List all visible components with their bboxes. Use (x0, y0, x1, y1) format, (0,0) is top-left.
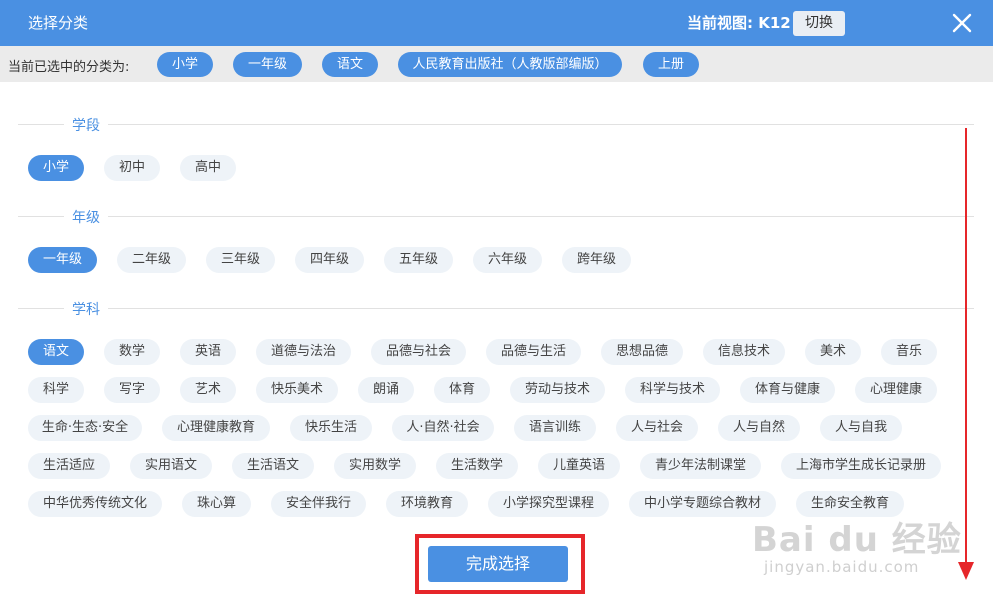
subject-option[interactable]: 快乐生活 (290, 415, 372, 441)
subject-option[interactable]: 安全伴我行 (271, 491, 366, 517)
selected-categories-label: 当前已选中的分类为: (8, 60, 130, 75)
subject-option[interactable]: 品德与生活 (486, 339, 581, 365)
stage-section-divider (18, 124, 974, 125)
current-view-label: 当前视图: K12 (687, 14, 791, 32)
selected-tag-grade[interactable]: 一年级 (233, 52, 302, 77)
grade-option-5[interactable]: 五年级 (384, 247, 453, 273)
subject-option[interactable]: 数学 (104, 339, 160, 365)
subject-option[interactable]: 音乐 (881, 339, 937, 365)
subject-option[interactable]: 快乐美术 (256, 377, 338, 403)
grade-option-4[interactable]: 四年级 (295, 247, 364, 273)
selected-tag-publisher[interactable]: 人民教育出版社（人教版部编版） (398, 52, 622, 77)
subject-option[interactable]: 生活语文 (232, 453, 314, 479)
selected-tag-stage[interactable]: 小学 (157, 52, 213, 77)
subject-option[interactable]: 儿童英语 (538, 453, 620, 479)
grade-option-3[interactable]: 三年级 (206, 247, 275, 273)
subject-option[interactable]: 科学与技术 (625, 377, 720, 403)
subject-option[interactable]: 体育 (434, 377, 490, 403)
subject-option[interactable]: 心理健康教育 (162, 415, 270, 441)
subject-option[interactable]: 人·自然·社会 (392, 415, 494, 441)
subject-option[interactable]: 思想品德 (601, 339, 683, 365)
stage-section-title: 学段 (64, 115, 108, 135)
subject-section-divider (18, 308, 974, 309)
grade-section-divider (18, 216, 974, 217)
subject-option[interactable]: 信息技术 (703, 339, 785, 365)
subject-option[interactable]: 劳动与技术 (510, 377, 605, 403)
done-button[interactable]: 完成选择 (428, 546, 568, 582)
subject-option[interactable]: 实用数学 (334, 453, 416, 479)
subject-option[interactable]: 青少年法制课堂 (640, 453, 761, 479)
grade-option-6[interactable]: 六年级 (473, 247, 542, 273)
dialog-header: 选择分类 当前视图: K12 切换 (0, 0, 993, 46)
subject-section-title: 学科 (64, 299, 108, 319)
subject-option[interactable]: 品德与社会 (371, 339, 466, 365)
subject-option[interactable]: 科学 (28, 377, 84, 403)
stage-option-primary[interactable]: 小学 (28, 155, 84, 181)
subject-option[interactable]: 珠心算 (182, 491, 251, 517)
subject-option[interactable]: 心理健康 (855, 377, 937, 403)
dialog-title: 选择分类 (28, 14, 89, 32)
subject-option[interactable]: 写字 (104, 377, 160, 403)
grade-option-cross[interactable]: 跨年级 (562, 247, 631, 273)
subject-option[interactable]: 人与社会 (616, 415, 698, 441)
subject-option[interactable]: 生命·生态·安全 (28, 415, 142, 441)
subject-option[interactable]: 生活数学 (436, 453, 518, 479)
subject-option[interactable]: 朗诵 (358, 377, 414, 403)
selected-tag-volume[interactable]: 上册 (643, 52, 699, 77)
subject-option[interactable]: 语文 (28, 339, 84, 365)
watermark-subtext: jingyan.baidu.com (764, 558, 920, 576)
subject-option[interactable]: 环境教育 (386, 491, 468, 517)
subject-option[interactable]: 道德与法治 (256, 339, 351, 365)
subject-option[interactable]: 艺术 (180, 377, 236, 403)
grade-section-title: 年级 (64, 207, 108, 227)
grade-option-1[interactable]: 一年级 (28, 247, 97, 273)
subject-option[interactable]: 美术 (805, 339, 861, 365)
subject-option[interactable]: 中华优秀传统文化 (28, 491, 162, 517)
subject-option[interactable]: 生活适应 (28, 453, 110, 479)
selected-tag-subject[interactable]: 语文 (322, 52, 378, 77)
subject-option[interactable]: 上海市学生成长记录册 (781, 453, 941, 479)
subject-option[interactable]: 语言训练 (514, 415, 596, 441)
grade-option-2[interactable]: 二年级 (117, 247, 186, 273)
subject-option[interactable]: 人与自我 (820, 415, 902, 441)
close-icon[interactable] (948, 9, 976, 37)
subject-option[interactable]: 英语 (180, 339, 236, 365)
subject-option[interactable]: 体育与健康 (740, 377, 835, 403)
stage-option-senior[interactable]: 高中 (180, 155, 236, 181)
subject-option[interactable]: 实用语文 (130, 453, 212, 479)
switch-view-button[interactable]: 切换 (793, 11, 845, 36)
subject-option[interactable]: 小学探究型课程 (488, 491, 609, 517)
subject-option[interactable]: 人与自然 (718, 415, 800, 441)
selected-categories-bar: 当前已选中的分类为: 小学 一年级 语文 人民教育出版社（人教版部编版） 上册 (0, 46, 993, 82)
watermark-text: Bai du 经验 (752, 520, 962, 560)
stage-option-junior[interactable]: 初中 (104, 155, 160, 181)
